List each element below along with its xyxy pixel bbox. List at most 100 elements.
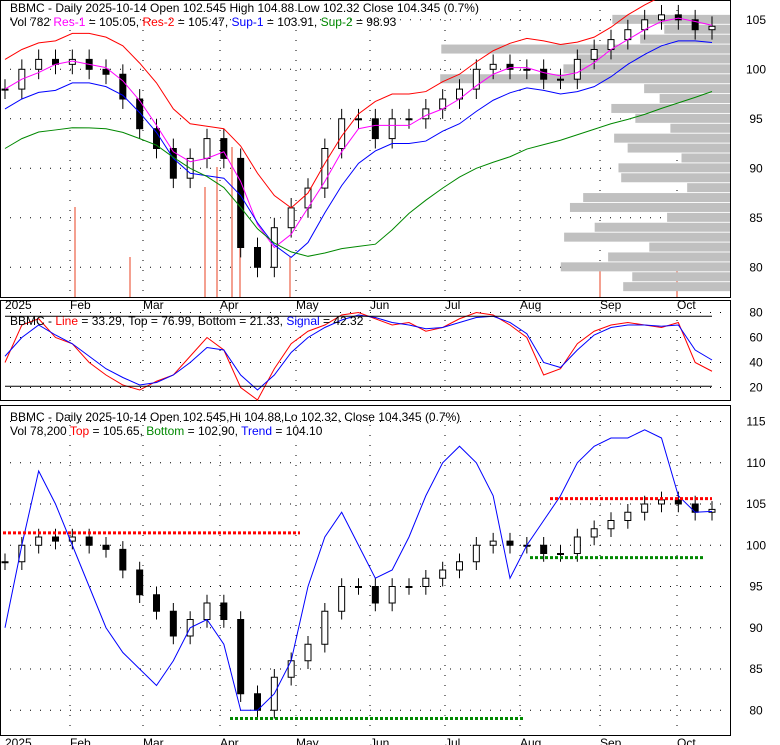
price-candle: [523, 68, 531, 71]
bottom-value: = 21.33,: [235, 314, 287, 328]
volume-profile-bar: [649, 242, 730, 252]
x-tick-label: Jun: [370, 736, 389, 745]
y-tick-label: 115: [746, 415, 765, 429]
sup1-value: = 103.91,: [263, 15, 321, 29]
panel3-header: BBMC - Daily 2025-10-14 Open 102.545,Hi …: [10, 410, 460, 424]
volume-profile-bar: [560, 262, 730, 272]
price-candle: [422, 577, 430, 587]
signal-label: Signal: [286, 314, 320, 328]
price-candle: [169, 610, 177, 637]
top-label: Top: [128, 314, 148, 328]
volume-profile-bar: [583, 193, 730, 203]
price-candle: [489, 540, 497, 546]
x-tick-label: Feb: [70, 736, 91, 745]
price-candle: [203, 602, 211, 620]
price-candle: [203, 138, 211, 159]
volume-profile-bar: [687, 183, 730, 193]
p3-trend-value: = 104.10: [272, 424, 323, 438]
price-candle: [287, 660, 295, 678]
price-candle: [355, 118, 362, 121]
price-candle: [304, 643, 312, 662]
volume-profile-bar: [632, 272, 730, 282]
price-candle: [237, 619, 245, 695]
volume-profile-bar: [681, 153, 730, 163]
sup2-label: Sup-2: [320, 15, 353, 29]
price-candle: [35, 536, 43, 546]
volume-profile-bar: [564, 232, 730, 242]
volume-profile-bar: [644, 84, 730, 94]
price-candle: [85, 536, 93, 546]
price-candle: [371, 118, 379, 140]
x-tick-label: Jul: [445, 298, 460, 312]
volume-profile-bar: [614, 133, 730, 143]
volume-profile-bar: [576, 54, 730, 64]
price-candle: [1, 561, 9, 564]
res2-value: = 105.47,: [174, 15, 232, 29]
y-tick-label: 40: [749, 356, 763, 370]
p3-top-value: = 105.65,: [89, 424, 147, 438]
price-candle: [641, 503, 649, 513]
price-candle: [52, 536, 59, 542]
x-tick-label: Aug: [520, 298, 541, 312]
panel3-vol: Vol 78,200: [10, 424, 70, 438]
price-candle: [388, 586, 396, 604]
top-value: = 76.99,: [147, 314, 198, 328]
stock-chart: 80 85 90 95 100 105 20 40 60 80 80 85 90 95 100 105 110 1…: [0, 0, 780, 745]
volume-profile-bar: [627, 143, 730, 153]
volume-profile-bar: [659, 94, 730, 104]
x-tick-label: 2025: [5, 736, 32, 745]
y-tick-label: 85: [749, 662, 763, 676]
x-tick-label: May: [296, 736, 319, 745]
price-candle: [254, 247, 261, 268]
price-candle: [590, 528, 598, 538]
price-candle: [439, 569, 447, 579]
price-candle: [540, 68, 548, 80]
volume-profile-bar: [618, 163, 730, 173]
y-tick-label: 80: [749, 306, 763, 320]
y-tick-label: 100: [746, 62, 766, 76]
res2-label: Res-2: [142, 15, 175, 29]
price-candle: [388, 118, 396, 140]
panel3-title: BBMC - Daily 2025-10-14 Open 102.545,Hi …: [10, 410, 461, 424]
p3-trend-label: Trend: [241, 424, 273, 438]
volume-profile-bar: [667, 212, 730, 222]
y-tick-label: 90: [749, 161, 763, 175]
y-tick-label: 90: [749, 621, 763, 635]
x-tick-label: Apr: [220, 736, 239, 745]
y-tick-label: 100: [746, 538, 766, 552]
price-candle: [540, 544, 548, 554]
x-tick-label: Sep: [600, 736, 622, 745]
x-tick-label: Aug: [520, 736, 541, 745]
price-candle: [573, 536, 581, 554]
x-tick-label: Oct: [677, 298, 696, 312]
signal-value: = 42.32: [319, 314, 364, 328]
res1-label: Res-1: [53, 15, 86, 29]
price-candle: [557, 78, 564, 81]
res1-value: = 105.05,: [85, 15, 143, 29]
y-tick-label: 105: [746, 13, 766, 27]
price-candle: [658, 499, 665, 505]
res2-line: [4, 0, 656, 209]
price-candle: [338, 586, 346, 612]
line-label: Line: [55, 314, 79, 328]
volume-profile-bar: [608, 252, 730, 262]
line-value: = 33.29,: [78, 314, 129, 328]
price-candle: [237, 157, 245, 248]
panel3-legend: Vol 78,200 Top = 105.65, Bottom = 102.90…: [10, 424, 322, 438]
panel1-legend: Vol 782 Res-1 = 105.05, Res-2 = 105.47, …: [10, 15, 396, 29]
price-candle: [658, 14, 665, 21]
y-tick-label: 95: [749, 580, 763, 594]
volume-profile-bar: [569, 202, 730, 212]
y-tick-label: 80: [749, 260, 763, 274]
price-candle: [119, 548, 127, 571]
price-candle: [489, 63, 497, 70]
price-candle: [1, 88, 9, 91]
price-candle: [557, 553, 564, 555]
volume-profile-bar: [621, 173, 730, 183]
x-tick-label: 2025: [5, 298, 32, 312]
volume-profile-bar: [635, 113, 730, 123]
price-candle: [607, 520, 615, 530]
panel1-title: BBMC - Daily 2025-10-14 Open 102.545 Hig…: [10, 1, 479, 15]
price-candle: [708, 25, 716, 31]
y-tick-label: 60: [749, 331, 763, 345]
